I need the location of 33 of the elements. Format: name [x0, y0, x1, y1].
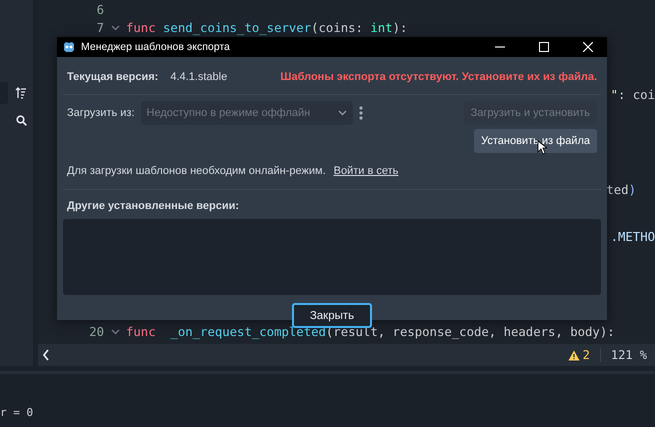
field-label: Текущая версия: [67, 71, 158, 83]
offline-notice: Для загрузки шаблонов необходим онлайн-режим. [67, 165, 326, 177]
field-label: Загрузить из: [67, 107, 135, 119]
maximize-icon[interactable] [539, 42, 549, 52]
install-from-file-button[interactable]: Установить из файла [474, 129, 597, 153]
code-line: .METHO [610, 230, 655, 244]
close-icon[interactable] [583, 42, 593, 52]
robot-head-icon [63, 41, 75, 53]
search-icon[interactable] [16, 114, 27, 126]
zoom-level[interactable]: 121 % [610, 348, 647, 362]
chevron-down-icon [338, 110, 347, 116]
sort-icon[interactable] [15, 87, 27, 99]
version-value: 4.4.1.stable [170, 71, 228, 83]
minimize-icon[interactable] [495, 46, 505, 48]
chevron-left-icon[interactable] [42, 349, 50, 361]
kebab-menu-icon[interactable] [358, 106, 363, 120]
fold-chevron-icon[interactable] [110, 329, 120, 336]
close-button[interactable]: Закрыть [292, 303, 372, 328]
line-number: 6 [96, 3, 104, 17]
code-line: func _on_request_completed(result, response_code, headers, body): [126, 325, 615, 340]
error-message: Шаблоны экспорта отсутствуют. Установите их из файла. [280, 71, 597, 83]
section-heading: Другие установленные версии: [67, 200, 240, 212]
warning-icon [568, 350, 580, 360]
line-number: 7 [96, 21, 104, 35]
code-line: ted) [606, 182, 636, 197]
code-line: func send_coins_to_server(coins: int): [126, 21, 408, 35]
warning-count[interactable]: 2 [582, 348, 590, 362]
fold-chevron-icon[interactable] [110, 25, 120, 31]
window-title: Менеджер шаблонов экспорта [81, 41, 231, 53]
code-line: ": coi [610, 88, 655, 102]
console-line: r = 0 [0, 406, 34, 420]
line-number: 20 [88, 325, 104, 340]
go-online-link[interactable]: Войти в сеть [334, 165, 398, 177]
